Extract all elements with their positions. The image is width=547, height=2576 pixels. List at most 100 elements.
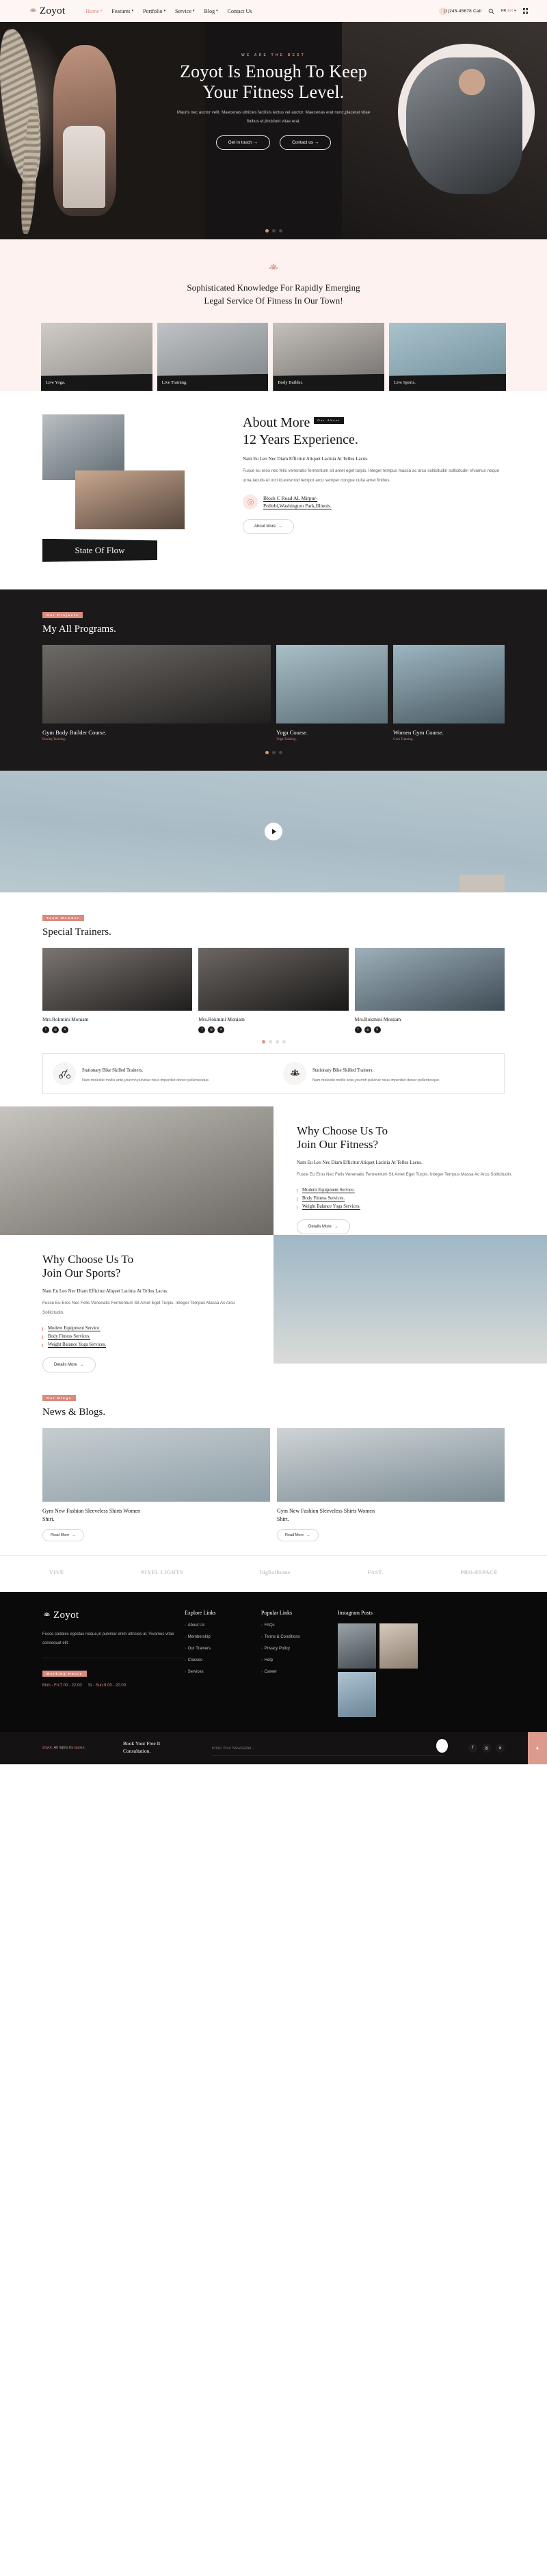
- details-more-button[interactable]: Details More →: [42, 1357, 96, 1373]
- nav-item-portfolio[interactable]: Portfolio ▾: [143, 8, 165, 14]
- slider-dot[interactable]: [282, 1039, 286, 1044]
- slider-dot[interactable]: [268, 1039, 272, 1044]
- grid-menu-icon[interactable]: [522, 8, 528, 14]
- footer-link-faqs[interactable]: › FAQs: [261, 1623, 338, 1628]
- why-list-item[interactable]: Modern Equipment Service.: [42, 1324, 250, 1332]
- why-heading: Why Choose Us To Join Our Sports?: [42, 1253, 250, 1281]
- footer-link-career[interactable]: › Career: [261, 1670, 338, 1674]
- instagram-post[interactable]: [338, 1671, 376, 1717]
- instagram-icon[interactable]: ◎: [208, 1026, 215, 1033]
- footer-socials: f ◎ ✕: [468, 1743, 505, 1753]
- twitter-icon[interactable]: ✕: [217, 1026, 225, 1033]
- footer-link-about-us[interactable]: › About Us: [185, 1623, 261, 1628]
- search-icon[interactable]: [488, 8, 494, 14]
- facebook-icon[interactable]: f: [198, 1026, 206, 1033]
- why-list-item[interactable]: Weight Balance Yoga Services.: [42, 1340, 250, 1349]
- twitter-icon[interactable]: ✕: [496, 1743, 505, 1753]
- nav-item-home[interactable]: Home ▾: [85, 8, 102, 14]
- why-sports-image: [274, 1234, 547, 1364]
- instagram-post[interactable]: [379, 1623, 418, 1669]
- program-card[interactable]: Women Gym Course. Gym Training.: [393, 644, 505, 741]
- read-more-button[interactable]: Read More →: [42, 1528, 84, 1541]
- footer-link-help[interactable]: › Help: [261, 1658, 338, 1662]
- nav-item-service[interactable]: Service ▾: [175, 8, 195, 14]
- hero-title: Zoyot Is Enough To Keep Your Fitness Lev…: [0, 62, 547, 102]
- why-list-item[interactable]: Modern Equipment Service.: [297, 1186, 514, 1194]
- why-list-item[interactable]: Body Fitness Services.: [297, 1194, 514, 1202]
- footer-columns: Zoyot Fusce sodales egestas neque,in pul…: [0, 1610, 547, 1732]
- instagram-icon[interactable]: ◎: [482, 1743, 491, 1753]
- read-more-button[interactable]: Read More →: [277, 1528, 319, 1541]
- slider-dot[interactable]: [265, 229, 269, 233]
- footer-logo[interactable]: Zoyot: [42, 1610, 185, 1621]
- btn-label: About More: [254, 524, 276, 529]
- trainer-card[interactable]: Mrs.Rokmini Moniam f ◎ ✕: [198, 947, 349, 1033]
- why-list-item[interactable]: Body Fitness Services.: [42, 1332, 250, 1340]
- contact-us-button[interactable]: Contact us →: [279, 135, 332, 150]
- hero-content: WE ARE THE BEST Zoyot Is Enough To Keep …: [0, 53, 547, 150]
- instagram-icon[interactable]: ◎: [52, 1026, 59, 1033]
- partner-logo: FAST.: [367, 1569, 384, 1576]
- nav-item-contact-us[interactable]: Contact Us: [228, 8, 252, 14]
- blog-title: Gym New Fashion Sleeveless Shirts Women …: [277, 1507, 505, 1523]
- footer-link-our-trainers[interactable]: › Our Trainers: [185, 1647, 261, 1651]
- knowledge-card[interactable]: Body Builder.: [273, 322, 385, 391]
- knowledge-card[interactable]: Live Training.: [157, 322, 269, 391]
- slider-dot[interactable]: [265, 750, 269, 754]
- instagram-post[interactable]: [338, 1623, 376, 1669]
- footer-link-classes[interactable]: › Classes: [185, 1658, 261, 1662]
- slider-dot[interactable]: [278, 750, 282, 754]
- footer-link-membership[interactable]: › Membership: [185, 1635, 261, 1639]
- trainer-card[interactable]: Mrs.Rokmini Moniam f ◎ ✕: [354, 947, 505, 1033]
- footer-link-services[interactable]: › Services: [185, 1670, 261, 1674]
- video-section: [0, 770, 547, 892]
- newsletter-input[interactable]: [212, 1741, 444, 1756]
- slider-dot[interactable]: [261, 1039, 265, 1044]
- arrow-icon: →: [314, 140, 319, 146]
- header-phone[interactable]: (1)245-45678 Call: [438, 7, 481, 15]
- facebook-icon[interactable]: f: [42, 1026, 49, 1033]
- nav-item-features[interactable]: Features ▾: [111, 8, 133, 14]
- slider-dot[interactable]: [278, 229, 282, 233]
- details-more-button[interactable]: Details More →: [297, 1219, 350, 1235]
- why-list-item[interactable]: Weight Balance Yoga Services.: [297, 1202, 514, 1210]
- blog-card[interactable]: Gym New Fashion Sleeveless Shirts Women …: [277, 1428, 505, 1541]
- get-in-touch-button[interactable]: Get in touch →: [215, 135, 270, 150]
- twitter-icon[interactable]: ✕: [62, 1026, 68, 1033]
- about-address[interactable]: Block C Road AL Mirpur- Pollobi,Washingt…: [243, 494, 511, 510]
- slider-dot[interactable]: [275, 1039, 279, 1044]
- play-icon[interactable]: [265, 822, 282, 840]
- link-label: Terms & Conditions: [264, 1634, 300, 1639]
- knowledge-card[interactable]: Live Sports.: [389, 322, 507, 391]
- facebook-icon[interactable]: f: [468, 1743, 477, 1753]
- blog-card[interactable]: Gym New Fashion Sleeveless Shirts Women …: [42, 1428, 270, 1541]
- footer-link-privacy[interactable]: › Privacy Policy: [261, 1647, 338, 1651]
- slider-dot[interactable]: [271, 750, 276, 754]
- instagram-icon[interactable]: ◎: [364, 1026, 371, 1033]
- footer-popular-column: Popular Links › FAQs › Terms & Conditions …: [261, 1610, 338, 1717]
- nav-item-blog[interactable]: Blog ▾: [204, 8, 218, 14]
- trainer-card[interactable]: Mrs.Rokmini Moniam f ◎ ✕: [42, 947, 193, 1033]
- partner-logo: VIVE: [49, 1569, 64, 1576]
- footer-link-terms[interactable]: › Terms & Conditions: [261, 1635, 338, 1639]
- copyright-author[interactable]: rpaxui.: [74, 1746, 85, 1750]
- address-line-2: Pollobi,Washington Park,Illinois.: [263, 503, 332, 509]
- program-card[interactable]: Gym Body Builder Course. Boxing Training…: [42, 644, 271, 741]
- program-card[interactable]: Yoga Course. Yoga Training.: [276, 644, 388, 741]
- blog-title-line-1: Gym New Fashion Sleeveless Shirts Women: [277, 1508, 375, 1515]
- twitter-icon[interactable]: ✕: [373, 1026, 381, 1033]
- language-switcher[interactable]: FR EN ▾: [501, 9, 516, 13]
- brand-logo[interactable]: Zoyot: [29, 5, 65, 17]
- newsletter-submit-button[interactable]: [436, 1738, 448, 1753]
- about-more-button[interactable]: About More →: [243, 518, 295, 534]
- knowledge-section: Sophisticated Knowledge For Rapidly Emer…: [0, 239, 547, 391]
- why-heading-line-1: Why Choose Us To: [42, 1252, 134, 1266]
- facebook-icon[interactable]: f: [354, 1026, 362, 1033]
- chevron-right-icon: ›: [261, 1646, 263, 1651]
- programs-title: My All Programs.: [42, 623, 116, 635]
- lang-fr: FR: [501, 9, 507, 13]
- scroll-to-top-button[interactable]: ▲: [528, 1731, 547, 1764]
- slider-dot[interactable]: [271, 229, 276, 233]
- knowledge-card[interactable]: Live Yoga.: [41, 322, 152, 391]
- arrow-icon: →: [253, 140, 258, 146]
